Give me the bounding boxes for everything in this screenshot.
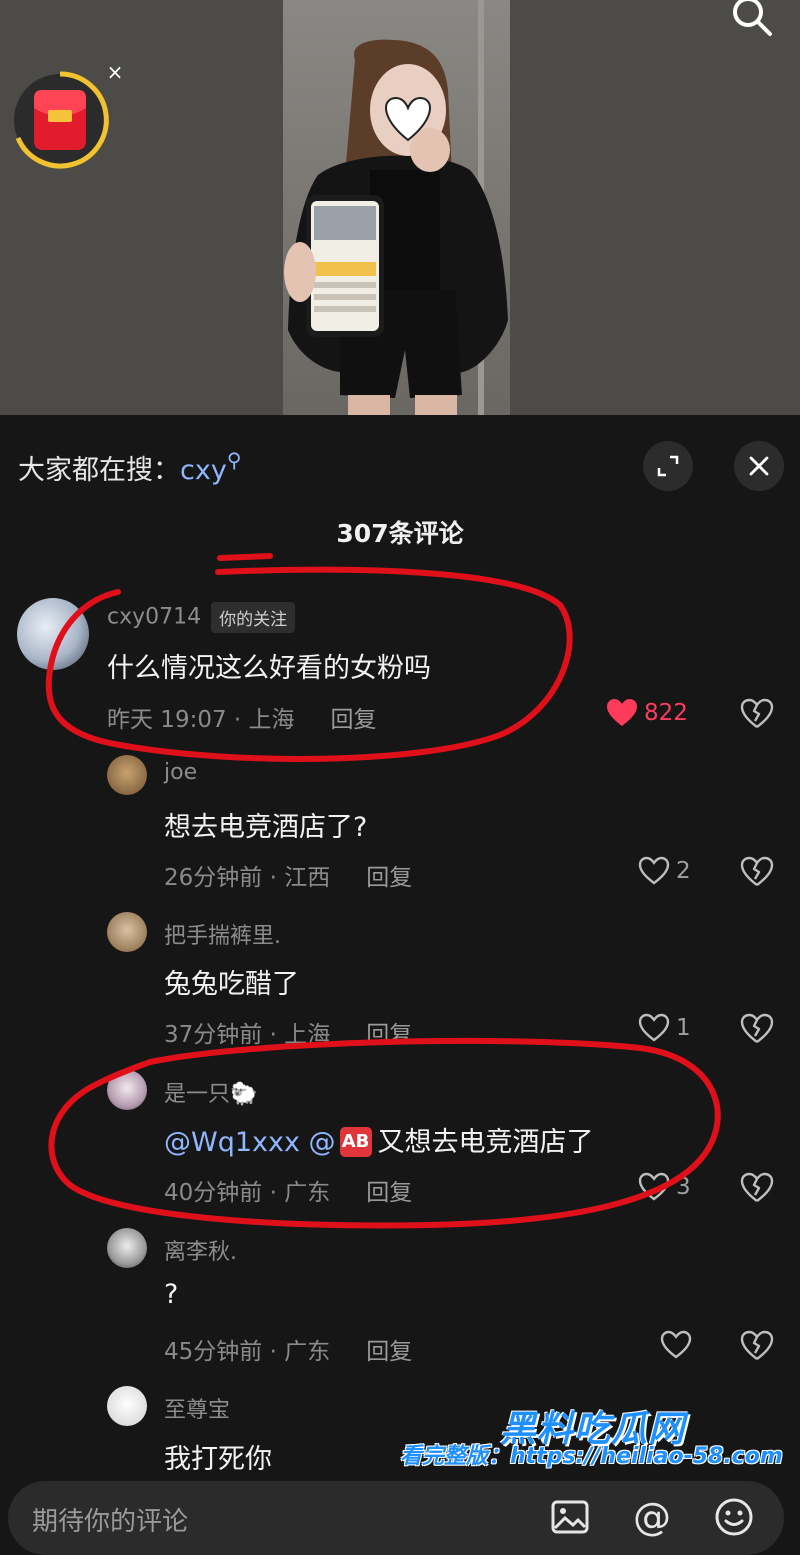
like-button[interactable]: 2 <box>638 856 691 886</box>
comment-time-location: 45分钟前 · 广东 <box>164 1339 331 1365</box>
watermark-url: 看完整版：https://heiliao-58.com <box>400 1444 783 1469</box>
heart-outline-icon <box>660 1330 692 1359</box>
search-icon[interactable] <box>726 0 778 40</box>
red-envelope-icon[interactable] <box>10 68 110 172</box>
avatar[interactable] <box>107 1070 147 1110</box>
comment-meta: 45分钟前 · 广东 回复 <box>164 1332 412 1366</box>
reply-button[interactable]: 回复 <box>366 1022 412 1048</box>
comment-username[interactable]: cxy0714 你的关注 <box>107 602 296 633</box>
close-icon <box>749 456 769 476</box>
search-small-icon: ⚲ <box>226 448 242 472</box>
expand-icon <box>657 455 679 477</box>
ab-emoji-badge: AB <box>339 1126 372 1157</box>
heart-outline-icon <box>638 1172 670 1201</box>
avatar[interactable] <box>107 1386 147 1426</box>
dislike-broken-heart-icon[interactable] <box>740 698 774 730</box>
comment-time-location: 昨天 19:07 · 上海 <box>107 707 295 733</box>
reply-button[interactable]: 回复 <box>366 1339 412 1365</box>
like-button[interactable] <box>660 1330 692 1360</box>
comment-username[interactable]: 把手揣裤里. <box>164 918 281 950</box>
comment-text[interactable]: 兔兔吃醋了 <box>164 962 299 1001</box>
video-player[interactable]: × <box>0 0 800 415</box>
comment-username[interactable]: 至尊宝 <box>164 1392 230 1424</box>
comment-username[interactable]: 是一只🐑 <box>164 1076 257 1108</box>
comment-text[interactable]: @Wq1xxx @ AB 又想去电竞酒店了 <box>164 1120 594 1161</box>
comment-text[interactable]: ? <box>164 1279 178 1310</box>
comment-meta: 37分钟前 · 上海 回复 <box>164 1015 412 1049</box>
reply-button[interactable]: 回复 <box>366 865 412 891</box>
comment-text-rest: 又想去电竞酒店了 <box>377 1127 594 1158</box>
dislike-broken-heart-icon[interactable] <box>740 1172 774 1204</box>
avatar[interactable] <box>17 598 89 670</box>
mention-link[interactable]: @Wq1xxx <box>164 1127 300 1158</box>
image-icon <box>551 1500 589 1534</box>
like-button[interactable]: 1 <box>638 1013 691 1043</box>
comment-text[interactable]: 我打死你 <box>164 1437 272 1476</box>
like-count: 3 <box>676 1174 691 1200</box>
comment-time-location: 26分钟前 · 江西 <box>164 865 331 891</box>
comment-username[interactable]: joe <box>164 760 197 785</box>
reply-button[interactable]: 回复 <box>331 707 377 733</box>
username-text: cxy0714 <box>107 604 202 630</box>
search-suggestion[interactable]: 大家都在搜：cxy⚲ <box>18 448 241 487</box>
dislike-broken-heart-icon[interactable] <box>740 1013 774 1045</box>
avatar[interactable] <box>107 1228 147 1268</box>
search-suggestion-term[interactable]: cxy <box>180 455 227 486</box>
dislike-broken-heart-icon[interactable] <box>740 1330 774 1362</box>
emoji-icon <box>715 1498 753 1536</box>
comment-meta: 昨天 19:07 · 上海 回复 <box>107 700 377 734</box>
expand-button[interactable] <box>643 441 693 491</box>
comment-count-title: 307条评论 <box>336 519 464 548</box>
avatar[interactable] <box>107 755 147 795</box>
following-tag: 你的关注 <box>211 602 296 633</box>
comment-meta: 40分钟前 · 广东 回复 <box>164 1173 412 1207</box>
mention-link[interactable]: @ <box>309 1127 336 1158</box>
heart-outline-icon <box>638 1013 670 1042</box>
comment-time-location: 40分钟前 · 广东 <box>164 1180 331 1206</box>
reply-button[interactable]: 回复 <box>366 1180 412 1206</box>
comment-text[interactable]: 想去电竞酒店了? <box>164 805 367 844</box>
comment-meta: 26分钟前 · 江西 回复 <box>164 858 412 892</box>
search-suggestion-prefix: 大家都在搜： <box>18 455 180 486</box>
emoji-button[interactable] <box>712 1495 756 1539</box>
like-count: 1 <box>676 1015 691 1041</box>
like-count: 822 <box>644 700 688 726</box>
comment-input-bar[interactable]: 期待你的评论 @ <box>8 1481 784 1555</box>
comment-text[interactable]: 什么情况这么好看的女粉吗 <box>107 646 431 685</box>
close-panel-button[interactable] <box>734 441 784 491</box>
like-count: 2 <box>676 858 691 884</box>
heart-outline-icon <box>638 856 670 885</box>
comment-input-placeholder[interactable]: 期待你的评论 <box>32 1501 188 1538</box>
redpack-close-button[interactable]: × <box>101 58 129 86</box>
like-button[interactable]: 822 <box>606 698 688 728</box>
mention-button[interactable]: @ <box>630 1495 674 1539</box>
image-button[interactable] <box>548 1495 592 1539</box>
avatar[interactable] <box>107 912 147 952</box>
comment-time-location: 37分钟前 · 上海 <box>164 1022 331 1048</box>
like-button[interactable]: 3 <box>638 1172 691 1202</box>
heart-filled-icon <box>607 699 637 726</box>
comment-username[interactable]: 离李秋. <box>164 1234 237 1266</box>
at-icon: @ <box>633 1495 671 1539</box>
dislike-broken-heart-icon[interactable] <box>740 856 774 888</box>
comment-panel <box>0 415 800 1549</box>
